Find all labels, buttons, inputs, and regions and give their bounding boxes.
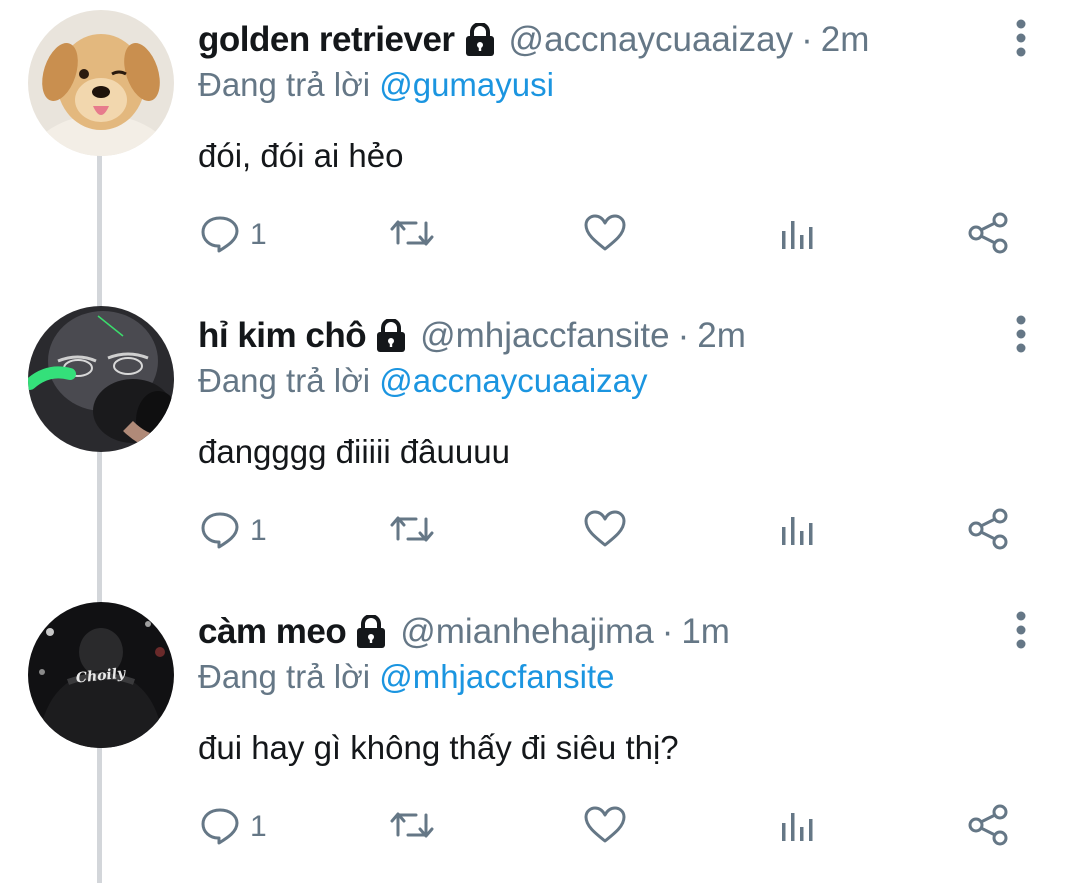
avatar[interactable] bbox=[28, 306, 174, 452]
reply-target-link[interactable]: @accnaycuaaizay bbox=[379, 362, 647, 399]
reply-context: Đang trả lời @accnaycuaaizay bbox=[198, 360, 648, 402]
timestamp[interactable]: 1m bbox=[681, 610, 730, 654]
tweet-actions: 1 bbox=[0, 506, 1080, 556]
retweet-button[interactable] bbox=[386, 802, 438, 852]
user-handle[interactable]: @mhjaccfansite bbox=[420, 314, 670, 358]
reply-context: Đang trả lời @gumayusi bbox=[198, 64, 554, 106]
separator: · bbox=[661, 612, 674, 651]
tweet-actions: 1 bbox=[0, 210, 1080, 260]
bar-chart-icon bbox=[778, 805, 818, 850]
views-button[interactable] bbox=[778, 210, 818, 260]
timestamp[interactable]: 2m bbox=[697, 314, 746, 358]
lock-icon bbox=[356, 615, 386, 649]
heart-icon bbox=[583, 805, 627, 850]
share-button[interactable] bbox=[967, 210, 1011, 260]
tweet-header: hỉ kim chô @mhjaccfansite · 2m bbox=[198, 314, 746, 358]
retweet-icon bbox=[386, 213, 438, 258]
share-icon bbox=[967, 211, 1011, 260]
tweet-text: đangggg điiiii đâuuuu bbox=[198, 433, 510, 470]
tweet-actions: 1 bbox=[0, 802, 1080, 852]
lock-icon bbox=[465, 23, 495, 57]
reply-button[interactable]: 1 bbox=[200, 802, 267, 852]
share-icon bbox=[967, 507, 1011, 556]
reply-button[interactable]: 1 bbox=[200, 210, 267, 260]
lock-icon bbox=[376, 319, 406, 353]
reply-prefix: Đang trả lời bbox=[198, 362, 371, 399]
bar-chart-icon bbox=[778, 509, 818, 554]
heart-icon bbox=[583, 509, 627, 554]
more-vertical-icon[interactable] bbox=[1010, 314, 1032, 354]
tweet-header: càm meo @mianhehajima · 1m bbox=[198, 610, 730, 654]
retweet-icon bbox=[386, 509, 438, 554]
timestamp[interactable]: 2m bbox=[821, 18, 870, 62]
reply-prefix: Đang trả lời bbox=[198, 66, 371, 103]
reply-count: 1 bbox=[250, 810, 267, 843]
comment-icon bbox=[200, 805, 240, 850]
user-handle[interactable]: @mianhehajima bbox=[400, 610, 653, 654]
reply-button[interactable]: 1 bbox=[200, 506, 267, 556]
comment-icon bbox=[200, 509, 240, 554]
reply-prefix: Đang trả lời bbox=[198, 658, 371, 695]
display-name[interactable]: hỉ kim chô bbox=[198, 314, 367, 358]
reply-count: 1 bbox=[250, 218, 267, 251]
retweet-icon bbox=[386, 805, 438, 850]
reply-count: 1 bbox=[250, 514, 267, 547]
avatar[interactable]: Choily bbox=[28, 602, 174, 748]
views-button[interactable] bbox=[778, 506, 818, 556]
comment-icon bbox=[200, 213, 240, 258]
share-button[interactable] bbox=[967, 506, 1011, 556]
more-vertical-icon[interactable] bbox=[1010, 610, 1032, 650]
user-handle[interactable]: @accnaycuaaizay bbox=[509, 18, 794, 62]
tweet-text: đui hay gì không thấy đi siêu thị? bbox=[198, 729, 679, 766]
display-name[interactable]: càm meo bbox=[198, 610, 347, 654]
retweet-button[interactable] bbox=[386, 506, 438, 556]
tweet-text: đói, đói ai hẻo bbox=[198, 137, 404, 174]
display-name[interactable]: golden retriever bbox=[198, 18, 455, 62]
heart-icon bbox=[583, 213, 627, 258]
tweet-header: golden retriever @accnaycuaaizay · 2m bbox=[198, 18, 869, 62]
like-button[interactable] bbox=[583, 506, 627, 556]
reply-target-link[interactable]: @mhjaccfansite bbox=[379, 658, 614, 695]
avatar[interactable] bbox=[28, 10, 174, 156]
share-icon bbox=[967, 803, 1011, 852]
share-button[interactable] bbox=[967, 802, 1011, 852]
bar-chart-icon bbox=[778, 213, 818, 258]
reply-target-link[interactable]: @gumayusi bbox=[379, 66, 554, 103]
reply-context: Đang trả lời @mhjaccfansite bbox=[198, 656, 614, 698]
like-button[interactable] bbox=[583, 802, 627, 852]
like-button[interactable] bbox=[583, 210, 627, 260]
more-vertical-icon[interactable] bbox=[1010, 18, 1032, 58]
separator: · bbox=[801, 20, 813, 59]
separator: · bbox=[677, 316, 690, 355]
views-button[interactable] bbox=[778, 802, 818, 852]
retweet-button[interactable] bbox=[386, 210, 438, 260]
